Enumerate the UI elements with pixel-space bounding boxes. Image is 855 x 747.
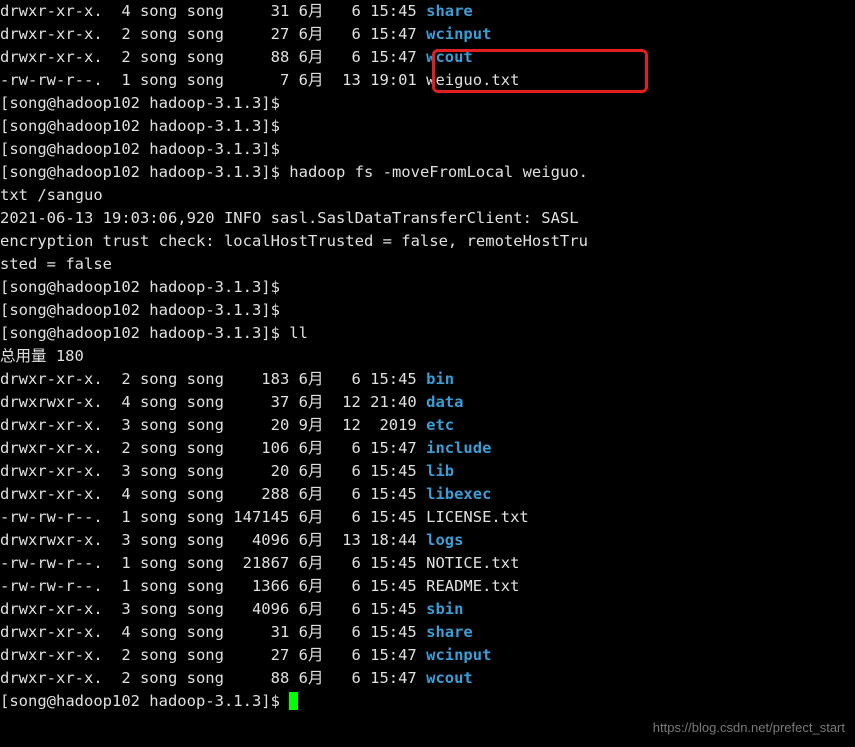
prompt-line: [song@hadoop102 hadoop-3.1.3]$ [0, 276, 855, 299]
watermark-text: https://blog.csdn.net/prefect_start [653, 716, 845, 739]
terminal-output[interactable]: drwxr-xr-x. 4 song song 31 6月 6 15:45 sh… [0, 0, 855, 713]
file-name: sbin [426, 600, 463, 618]
file-name: LICENSE.txt [426, 508, 529, 526]
file-name: bin [426, 370, 454, 388]
file-name: wcout [426, 48, 473, 66]
file-name: wcout [426, 669, 473, 687]
prompt-line: [song@hadoop102 hadoop-3.1.3]$ hadoop fs… [0, 161, 855, 184]
file-name: etc [426, 416, 454, 434]
file-name: logs [426, 531, 463, 549]
file-name: libexec [426, 485, 491, 503]
file-name: wcinput [426, 25, 491, 43]
prompt-line: [song@hadoop102 hadoop-3.1.3]$ ll [0, 322, 855, 345]
ls-row: drwxr-xr-x. 4 song song 31 6月 6 15:45 sh… [0, 621, 855, 644]
total-line: 总用量 180 [0, 345, 855, 368]
ls-row: drwxrwxr-x. 3 song song 4096 6月 13 18:44… [0, 529, 855, 552]
prompt-line: [song@hadoop102 hadoop-3.1.3]$ [0, 299, 855, 322]
ls-row: drwxr-xr-x. 3 song song 4096 6月 6 15:45 … [0, 598, 855, 621]
ls-row: -rw-rw-r--. 1 song song 147145 6月 6 15:4… [0, 506, 855, 529]
log-line: 2021-06-13 19:03:06,920 INFO sasl.SaslDa… [0, 207, 855, 230]
file-name: lib [426, 462, 454, 480]
ls-row: drwxr-xr-x. 4 song song 288 6月 6 15:45 l… [0, 483, 855, 506]
ls-row: drwxr-xr-x. 2 song song 27 6月 6 15:47 wc… [0, 23, 855, 46]
file-name: wcinput [426, 646, 491, 664]
prompt-line-active[interactable]: [song@hadoop102 hadoop-3.1.3]$ [0, 690, 855, 713]
file-name: share [426, 623, 473, 641]
file-name: NOTICE.txt [426, 554, 519, 572]
file-name: README.txt [426, 577, 519, 595]
file-name: share [426, 2, 473, 20]
prompt-line: [song@hadoop102 hadoop-3.1.3]$ [0, 115, 855, 138]
log-line: encryption trust check: localHostTrusted… [0, 230, 855, 253]
prompt-line: [song@hadoop102 hadoop-3.1.3]$ [0, 138, 855, 161]
cmd-continuation: txt /sanguo [0, 184, 855, 207]
file-name: data [426, 393, 463, 411]
ls-row: drwxr-xr-x. 4 song song 31 6月 6 15:45 sh… [0, 0, 855, 23]
file-name: include [426, 439, 491, 457]
ls-row: drwxr-xr-x. 3 song song 20 9月 12 2019 et… [0, 414, 855, 437]
ls-row: drwxr-xr-x. 2 song song 88 6月 6 15:47 wc… [0, 667, 855, 690]
ls-row: drwxr-xr-x. 2 song song 27 6月 6 15:47 wc… [0, 644, 855, 667]
log-line: sted = false [0, 253, 855, 276]
ls-row: -rw-rw-r--. 1 song song 21867 6月 6 15:45… [0, 552, 855, 575]
ls-row: drwxr-xr-x. 2 song song 106 6月 6 15:47 i… [0, 437, 855, 460]
prompt-line: [song@hadoop102 hadoop-3.1.3]$ [0, 92, 855, 115]
file-name: weiguo.txt [426, 71, 519, 89]
ls-row: drwxr-xr-x. 2 song song 88 6月 6 15:47 wc… [0, 46, 855, 69]
ls-row: -rw-rw-r--. 1 song song 1366 6月 6 15:45 … [0, 575, 855, 598]
ls-row: drwxrwxr-x. 4 song song 37 6月 12 21:40 d… [0, 391, 855, 414]
ls-row: drwxr-xr-x. 2 song song 183 6月 6 15:45 b… [0, 368, 855, 391]
ls-row: drwxr-xr-x. 3 song song 20 6月 6 15:45 li… [0, 460, 855, 483]
ls-row: -rw-rw-r--. 1 song song 7 6月 13 19:01 we… [0, 69, 855, 92]
cursor [289, 692, 298, 710]
